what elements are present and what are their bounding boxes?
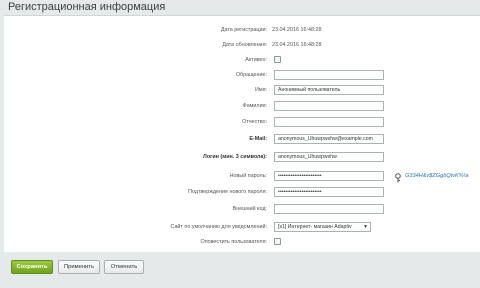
active-checkbox[interactable] bbox=[274, 56, 281, 63]
salutation-label: Обращение: bbox=[235, 72, 267, 78]
apply-button[interactable]: Применить bbox=[58, 260, 100, 274]
email-row: E-Mail: bbox=[4, 132, 480, 146]
notify-user-checkbox[interactable] bbox=[274, 238, 281, 245]
default-site-select[interactable]: [s1] Интернет- магазин Adaptiv ▼ bbox=[274, 222, 371, 232]
external-code-input[interactable] bbox=[274, 204, 384, 214]
upd-date-label: Дата обновления: bbox=[222, 42, 267, 48]
confirm-password-row: Подтверждение нового пароля: bbox=[4, 185, 480, 199]
action-bar: Сохранить Применить Отменить bbox=[0, 252, 480, 288]
lastname-input[interactable] bbox=[274, 101, 384, 111]
lastname-label: Фамилия: bbox=[242, 103, 267, 109]
key-icon[interactable] bbox=[394, 170, 402, 183]
generated-password[interactable]: G334H&v$ZGgbQtvK%!a bbox=[405, 169, 468, 183]
chevron-down-icon: ▼ bbox=[363, 224, 368, 230]
lastname-row: Фамилия: bbox=[4, 99, 480, 113]
active-label: Активен: bbox=[245, 57, 267, 63]
name-row: Имя: bbox=[4, 83, 480, 97]
name-input[interactable] bbox=[274, 85, 384, 95]
patronymic-input[interactable] bbox=[274, 117, 384, 127]
new-password-input[interactable] bbox=[274, 171, 384, 181]
notify-user-label: Оповестить пользователя: bbox=[200, 239, 268, 245]
reg-date-label: Дата регистрации: bbox=[220, 27, 267, 33]
confirm-password-label: Подтверждение нового пароля: bbox=[188, 189, 267, 195]
confirm-password-input[interactable] bbox=[274, 187, 384, 197]
new-password-row: Новый пароль: G334H&v$ZGgbQtvK%!a bbox=[4, 169, 480, 183]
upd-date-value: 23.04.2016 16:48:28 bbox=[272, 42, 322, 48]
reg-date-row: Дата регистрации: 23.04.2016 16:48:28 bbox=[4, 23, 480, 37]
new-password-label: Новый пароль: bbox=[229, 173, 267, 179]
patronymic-label: Отчество: bbox=[242, 119, 267, 125]
login-input[interactable] bbox=[274, 152, 384, 162]
default-site-row: Сайт по умолчанию для уведомлений: [s1] … bbox=[4, 220, 480, 234]
patronymic-row: Отчество: bbox=[4, 115, 480, 129]
external-code-label: Внешний код: bbox=[232, 206, 267, 212]
salutation-row: Обращение: bbox=[4, 68, 480, 82]
notify-user-row: Оповестить пользователя: bbox=[4, 235, 480, 249]
external-code-row: Внешний код: bbox=[4, 202, 480, 216]
upd-date-row: Дата обновления: 23.04.2016 16:48:28 bbox=[4, 38, 480, 52]
active-row: Активен: bbox=[4, 53, 480, 67]
default-site-label: Сайт по умолчанию для уведомлений: bbox=[170, 224, 267, 230]
page-title: Регистрационная информация bbox=[8, 1, 166, 13]
default-site-value: [s1] Интернет- магазин Adaptiv bbox=[278, 224, 352, 230]
save-button[interactable]: Сохранить bbox=[11, 260, 53, 274]
reg-date-value: 23.04.2016 16:48:28 bbox=[272, 27, 322, 33]
salutation-input[interactable] bbox=[274, 70, 384, 80]
login-label: Логин (мин. 3 символа): bbox=[203, 154, 267, 160]
email-input[interactable] bbox=[274, 134, 384, 144]
login-row: Логин (мин. 3 символа): bbox=[4, 150, 480, 164]
registration-form: Дата регистрации: 23.04.2016 16:48:28 Да… bbox=[4, 15, 480, 252]
cancel-button[interactable]: Отменить bbox=[104, 260, 144, 274]
name-label: Имя: bbox=[255, 87, 267, 93]
email-label: E-Mail: bbox=[249, 136, 267, 142]
